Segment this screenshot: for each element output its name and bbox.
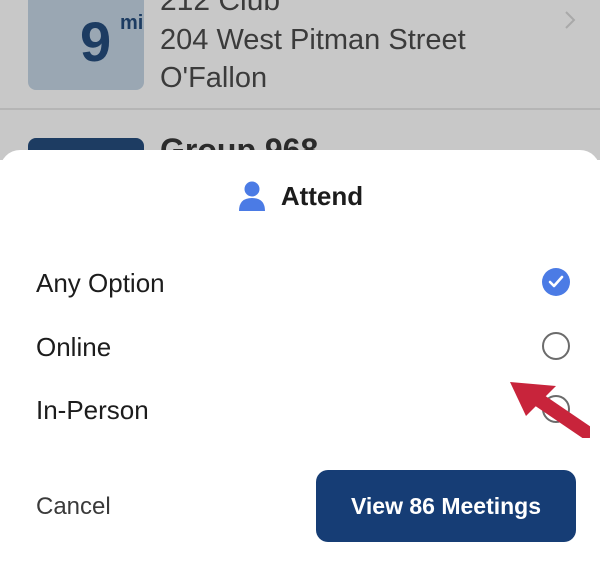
chevron-right-icon	[565, 11, 576, 29]
option-label: In-Person	[36, 395, 149, 425]
radio-selected[interactable]	[542, 268, 570, 296]
sheet-title: Attend	[280, 180, 364, 211]
meeting-name: 212 Club	[160, 0, 281, 17]
option-any-option[interactable]: Any Option	[0, 256, 600, 310]
meeting-city: O'Fallon	[160, 62, 268, 94]
distance-value: 9	[80, 10, 112, 73]
option-label: Any Option	[36, 268, 165, 298]
meeting-list-item[interactable]: 9 mi 212 Club 204 West Pitman Street O'F…	[0, 0, 600, 110]
person-icon	[238, 181, 265, 211]
distance-badge: 9 mi	[28, 0, 144, 90]
cancel-button[interactable]: Cancel	[36, 493, 111, 521]
attend-filter-sheet: Attend Any Option Online In-Person Cance…	[0, 150, 600, 586]
checkmark-icon	[548, 275, 564, 288]
radio-unselected[interactable]	[542, 332, 570, 360]
arrow-pointer-icon	[510, 382, 590, 438]
option-online[interactable]: Online	[0, 320, 600, 374]
view-meetings-button[interactable]: View 86 Meetings	[316, 470, 576, 542]
sheet-header: Attend	[0, 176, 600, 216]
distance-unit: mi	[120, 12, 144, 34]
option-label: Online	[36, 332, 112, 362]
meeting-list-background: 9 mi 212 Club 204 West Pitman Street O'F…	[0, 0, 600, 160]
meeting-address: 204 West Pitman Street	[160, 24, 466, 56]
